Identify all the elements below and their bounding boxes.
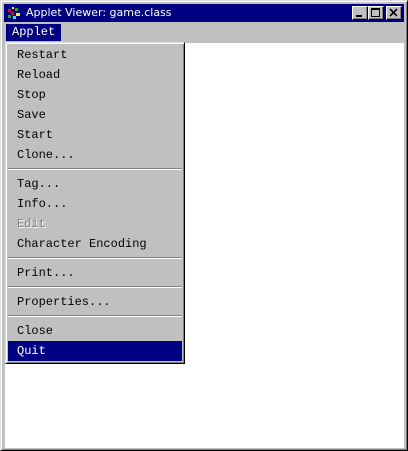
maximize-button[interactable] bbox=[368, 6, 384, 20]
title-bar[interactable]: Applet Viewer: game.class bbox=[4, 4, 404, 22]
menu-item-close[interactable]: Close bbox=[8, 321, 182, 341]
applet-viewer-window: Applet Viewer: game.class Applet Restart… bbox=[0, 0, 408, 451]
menu-item-properties[interactable]: Properties... bbox=[8, 292, 182, 312]
menu-separator bbox=[8, 286, 182, 288]
menu-item-restart[interactable]: Restart bbox=[8, 45, 182, 65]
minimize-button[interactable] bbox=[352, 6, 368, 20]
menu-item-start[interactable]: Start bbox=[8, 125, 182, 145]
applet-dropdown-menu: Restart Reload Stop Save Start Clone... … bbox=[5, 42, 185, 364]
minimize-icon bbox=[356, 15, 362, 17]
window-title: Applet Viewer: game.class bbox=[26, 6, 172, 19]
menu-item-tag[interactable]: Tag... bbox=[8, 174, 182, 194]
menu-item-info[interactable]: Info... bbox=[8, 194, 182, 214]
applet-menu[interactable]: Applet bbox=[6, 24, 62, 41]
menu-item-print[interactable]: Print... bbox=[8, 263, 182, 283]
menu-item-stop[interactable]: Stop bbox=[8, 85, 182, 105]
menu-item-reload[interactable]: Reload bbox=[8, 65, 182, 85]
java-applet-icon[interactable] bbox=[7, 6, 23, 20]
menu-item-clone[interactable]: Clone... bbox=[8, 145, 182, 165]
close-button[interactable] bbox=[386, 6, 402, 20]
menu-item-quit[interactable]: Quit bbox=[8, 341, 182, 361]
maximize-icon bbox=[371, 8, 380, 17]
menu-bar: Applet bbox=[4, 23, 404, 42]
menu-separator bbox=[8, 168, 182, 170]
menu-item-save[interactable]: Save bbox=[8, 105, 182, 125]
close-icon bbox=[389, 8, 398, 17]
menu-separator bbox=[8, 257, 182, 259]
menu-item-edit: Edit bbox=[17, 217, 46, 231]
menu-separator bbox=[8, 315, 182, 317]
menu-item-character-encoding[interactable]: Character Encoding bbox=[8, 234, 182, 254]
